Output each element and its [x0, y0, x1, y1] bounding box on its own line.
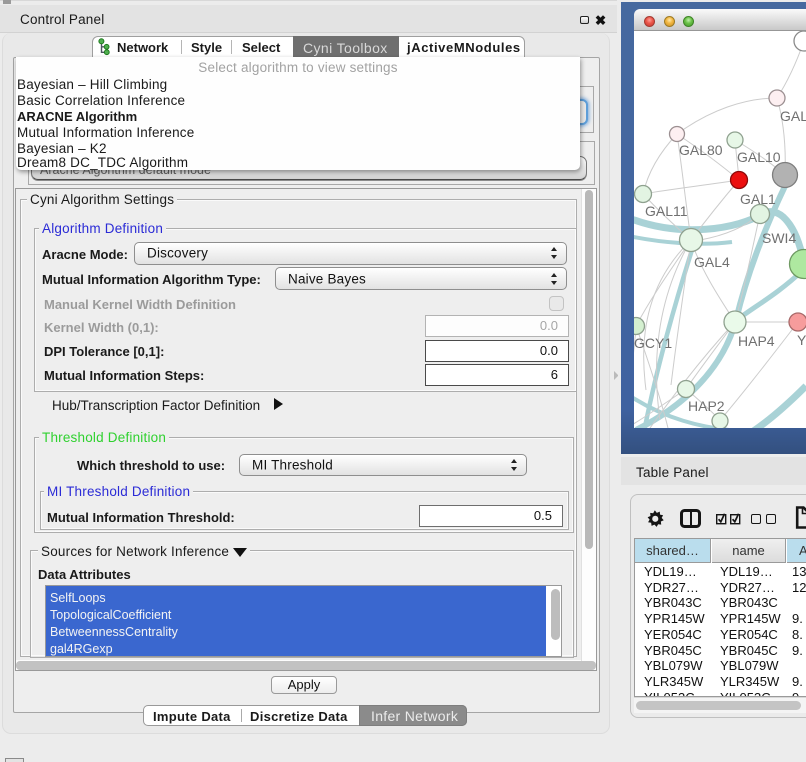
svg-text:GAL: GAL: [780, 108, 806, 124]
svg-text:GAL4: GAL4: [694, 254, 730, 270]
svg-text:Y: Y: [797, 332, 806, 348]
svg-text:GCY1: GCY1: [634, 335, 672, 351]
svg-text:GAL11: GAL11: [645, 203, 688, 219]
svg-text:GAL80: GAL80: [679, 142, 723, 158]
svg-text:SWI4: SWI4: [762, 230, 796, 246]
svg-text:HAP2: HAP2: [688, 398, 725, 414]
svg-text:HAP4: HAP4: [738, 333, 775, 349]
svg-text:GAL10: GAL10: [737, 149, 781, 165]
svg-text:GAL1: GAL1: [740, 191, 776, 207]
